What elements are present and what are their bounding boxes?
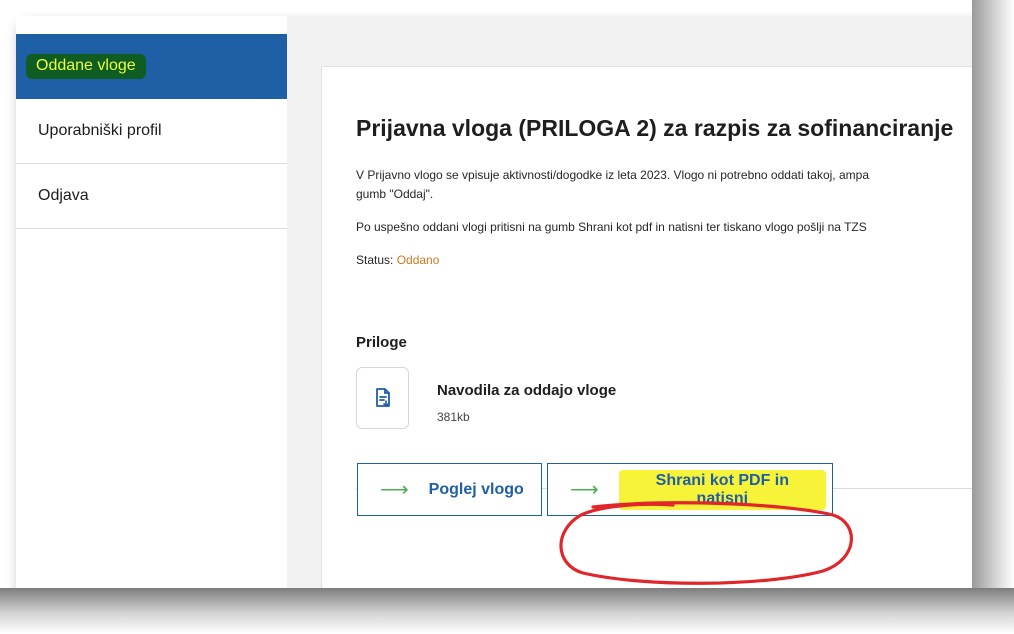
sidebar-item-label: Uporabniški profil — [38, 122, 162, 139]
document-download-icon — [375, 388, 390, 408]
sidebar-item-label: Odjava — [38, 187, 89, 204]
page-title: Prijavna vloga (PRILOGA 2) za razpis za … — [356, 115, 954, 141]
sidebar: Oddane vloge Uporabniški profil Odjava — [16, 16, 287, 588]
sidebar-item-odjava[interactable]: Odjava — [16, 164, 287, 229]
attachment-name[interactable]: Navodila za oddajo vloge — [437, 382, 616, 399]
save-pdf-print-button[interactable]: ⟶ Shrani kot PDF in natisni — [547, 463, 833, 516]
arrow-right-icon: ⟶ — [380, 479, 409, 501]
status-row: Status: Oddano — [356, 253, 439, 267]
attachment-file-button[interactable] — [356, 367, 409, 429]
app-frame: Oddane vloge Uporabniški profil Odjava P… — [16, 16, 972, 588]
sidebar-item-label: Oddane vloge — [26, 54, 146, 79]
view-application-button[interactable]: ⟶ Poglej vlogo — [357, 463, 542, 516]
attachment-size: 381kb — [437, 410, 470, 424]
sidebar-item-uporabniski-profil[interactable]: Uporabniški profil — [16, 99, 287, 164]
blurred-edge-right — [972, 0, 1014, 634]
description-line-2: gumb "Oddaj". — [356, 187, 434, 201]
description-line-1: V Prijavno vlogo se vpisuje aktivnosti/d… — [356, 168, 869, 182]
blurred-edge-bottom — [0, 588, 1014, 634]
save-pdf-print-label: Shrani kot PDF in natisni — [618, 469, 826, 510]
sidebar-item-oddane-vloge[interactable]: Oddane vloge — [16, 34, 287, 99]
status-badge: Oddano — [396, 253, 440, 267]
status-label: Status: — [356, 253, 394, 267]
attachments-title: Priloge — [356, 334, 407, 351]
instructions-text: Po uspešno oddani vlogi pritisni na gumb… — [356, 220, 867, 234]
arrow-right-icon: ⟶ — [570, 479, 599, 501]
view-application-label: Poglej vlogo — [428, 480, 524, 498]
